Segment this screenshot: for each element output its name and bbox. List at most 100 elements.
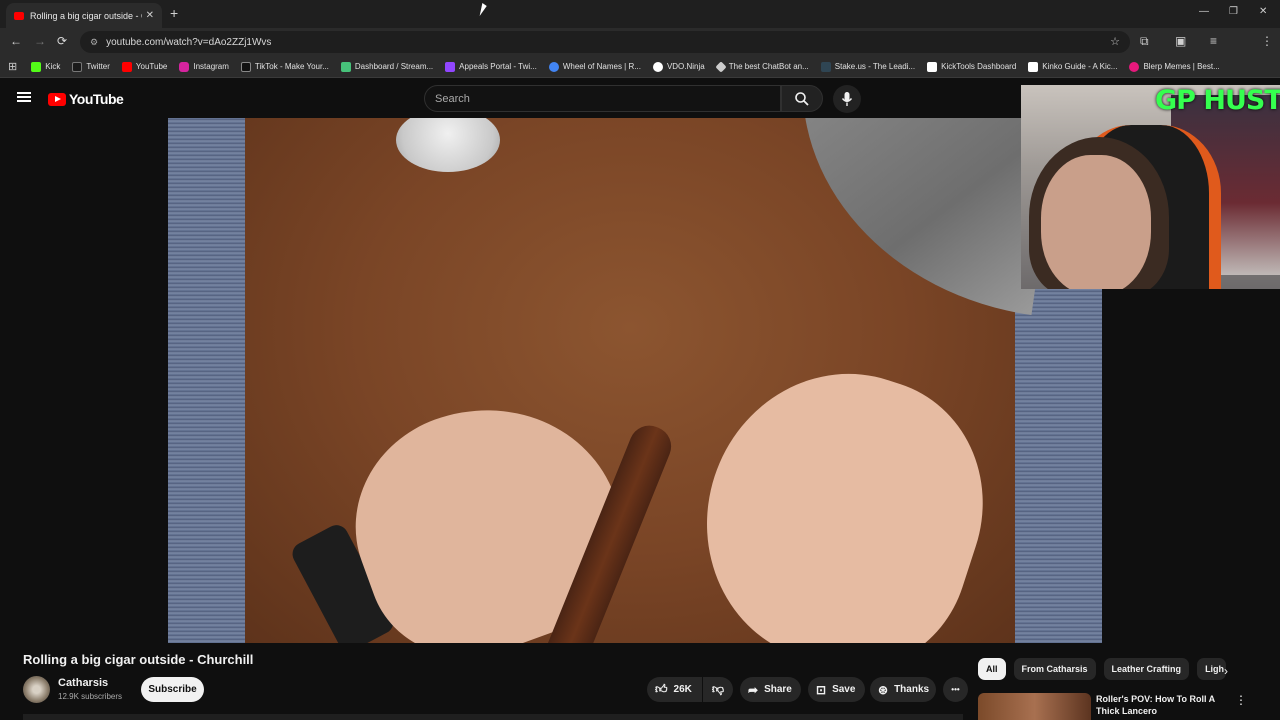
url-text[interactable]: youtube.com/watch?v=dAo2ZZj1Wvs xyxy=(106,37,271,48)
tab-close-icon[interactable]: ✕ xyxy=(146,10,154,21)
share-arrow-icon: ➦ xyxy=(748,682,759,697)
thanks-label: Thanks xyxy=(894,684,930,695)
share-button[interactable]: ➦ Share xyxy=(740,677,801,702)
restore-button[interactable]: ❐ xyxy=(1229,6,1238,17)
microphone-icon xyxy=(841,92,853,106)
bookmark-item[interactable]: YouTube xyxy=(121,61,168,72)
vdo-ninja-icon xyxy=(652,61,663,72)
bookmark-item[interactable]: Kick xyxy=(31,61,60,72)
share-label: Share xyxy=(764,684,792,695)
reload-icon[interactable]: ⟳ xyxy=(57,34,67,48)
recommended-more-icon[interactable]: ⋮ xyxy=(1235,693,1247,707)
more-actions-button[interactable]: ••• xyxy=(943,677,968,702)
chatbot-icon xyxy=(715,60,727,73)
voice-search-button[interactable] xyxy=(833,85,861,113)
bookmark-label: KickTools Dashboard xyxy=(941,62,1017,71)
subscribe-button[interactable]: Subscribe xyxy=(141,677,204,702)
bookmark-label: The best ChatBot an... xyxy=(728,62,809,71)
bookmark-label: Dashboard / Stream... xyxy=(354,62,434,71)
channel-avatar[interactable] xyxy=(23,676,50,703)
queue-icon[interactable]: ≡ xyxy=(1210,34,1217,48)
thanks-button[interactable]: ⊛ Thanks xyxy=(870,677,936,702)
bookmark-star-icon[interactable]: ☆ xyxy=(1110,35,1120,48)
subscriber-count: 12.9K subscribers xyxy=(58,692,123,701)
description-box-edge xyxy=(23,714,963,720)
browser-tab[interactable]: Rolling a big cigar outside - Ch ✕ xyxy=(6,3,162,28)
browser-tab-bar: Rolling a big cigar outside - Ch ✕ + — ❐… xyxy=(0,0,1280,28)
bookmark-item[interactable]: Blerp Memes | Best... xyxy=(1129,61,1220,72)
search-input[interactable]: Search xyxy=(424,85,781,112)
bookmark-item[interactable]: Appeals Portal - Twi... xyxy=(445,61,537,72)
minimize-button[interactable]: — xyxy=(1199,6,1209,17)
dislike-button[interactable]: 👎︎ xyxy=(703,677,733,702)
tab-title: Rolling a big cigar outside - Ch xyxy=(30,10,142,21)
address-toolbar: ← → ⟳ ⚙ youtube.com/watch?v=dAo2ZZj1Wvs … xyxy=(0,28,1280,76)
bookmark-item[interactable]: Instagram xyxy=(179,61,229,72)
bookmark-item[interactable]: Stake.us - The Leadi... xyxy=(820,61,916,72)
webcam-person-face xyxy=(1041,155,1151,289)
bookmark-label: Appeals Portal - Twi... xyxy=(459,62,537,71)
media-icon[interactable]: ▣ xyxy=(1175,34,1186,48)
bookmark-item[interactable]: KickTools Dashboard xyxy=(927,61,1017,72)
super-thanks-icon: ⊛ xyxy=(878,682,889,697)
bookmark-item[interactable]: Twitter xyxy=(72,61,110,72)
stream-overlay-text: GP HUSTLA xyxy=(1155,85,1280,116)
bookmark-label: YouTube xyxy=(135,62,168,71)
bookmark-icon: ⊡ xyxy=(816,682,827,697)
chip-from-channel[interactable]: From Catharsis xyxy=(1013,658,1096,680)
apps-grid-icon[interactable]: ⊞ xyxy=(8,60,17,73)
bookmark-label: Instagram xyxy=(193,62,229,71)
kicktools-icon xyxy=(927,61,938,72)
video-player[interactable] xyxy=(168,118,1102,643)
new-tab-button[interactable]: + xyxy=(170,5,178,21)
bookmark-item[interactable]: VDO.Ninja xyxy=(652,61,705,72)
kinko-icon xyxy=(1028,61,1039,72)
channel-name[interactable]: Catharsis xyxy=(58,677,108,689)
youtube-icon xyxy=(121,61,132,72)
instagram-icon xyxy=(179,61,190,72)
dashboard-icon xyxy=(340,61,351,72)
bookmark-item[interactable]: Wheel of Names | R... xyxy=(548,61,641,72)
bookmark-item[interactable]: Kinko Guide - A Kic... xyxy=(1028,61,1117,72)
save-button[interactable]: ⊡ Save xyxy=(808,677,865,702)
extensions-icon[interactable]: ⧉ xyxy=(1140,34,1149,49)
chip-all[interactable]: All xyxy=(978,658,1006,680)
chip-leather-crafting[interactable]: Leather Crafting xyxy=(1103,658,1190,680)
bookmarks-bar: ⊞ Kick Twitter YouTube Instagram TikTok … xyxy=(0,56,1280,78)
bookmark-label: VDO.Ninja xyxy=(666,62,705,71)
back-arrow-icon[interactable]: ← xyxy=(10,34,22,48)
youtube-favicon-icon xyxy=(14,11,24,20)
close-window-button[interactable]: ✕ xyxy=(1259,6,1267,17)
forward-arrow-icon[interactable]: → xyxy=(34,34,46,48)
video-title: Rolling a big cigar outside - Churchill xyxy=(23,652,254,667)
bookmark-item[interactable]: TikTok - Make Your... xyxy=(240,61,329,72)
bookmark-label: Stake.us - The Leadi... xyxy=(834,62,916,71)
logo-text: YouTube xyxy=(69,91,124,107)
tiktok-icon xyxy=(240,61,251,72)
chip-lighting[interactable]: Ligh xyxy=(1197,658,1227,680)
omnibox[interactable]: ⚙ youtube.com/watch?v=dAo2ZZj1Wvs ☆ xyxy=(80,31,1130,53)
recommendation-chips: All From Catharsis Leather Crafting Ligh xyxy=(978,658,1234,680)
like-button[interactable]: 👍︎ 26K xyxy=(647,677,702,702)
recommended-video-title[interactable]: Roller's POV: How To Roll A Thick Lancer… xyxy=(1096,693,1221,717)
bookmark-label: Blerp Memes | Best... xyxy=(1143,62,1220,71)
search-button[interactable] xyxy=(781,85,823,112)
menu-dots-icon[interactable]: ⋮ xyxy=(1261,34,1273,48)
blerp-icon xyxy=(1129,61,1140,72)
youtube-logo[interactable]: YouTube xyxy=(48,91,124,107)
bookmark-item[interactable]: The best ChatBot an... xyxy=(715,60,809,73)
recommended-video-thumbnail[interactable] xyxy=(978,693,1091,720)
streamer-webcam: GP HUSTLA xyxy=(1021,85,1280,289)
twitter-icon xyxy=(72,61,83,72)
kick-icon xyxy=(31,61,42,72)
chips-next-chevron-icon[interactable]: › xyxy=(1224,664,1228,678)
site-info-icon[interactable]: ⚙ xyxy=(90,37,98,48)
save-label: Save xyxy=(832,684,856,695)
twitch-icon xyxy=(445,61,456,72)
stake-icon xyxy=(820,61,831,72)
hamburger-menu-icon[interactable] xyxy=(17,92,31,102)
bookmark-label: TikTok - Make Your... xyxy=(254,62,329,71)
bookmark-label: Twitter xyxy=(86,62,110,71)
thumbs-up-icon: 👍︎ xyxy=(655,682,668,696)
bookmark-item[interactable]: Dashboard / Stream... xyxy=(340,61,434,72)
